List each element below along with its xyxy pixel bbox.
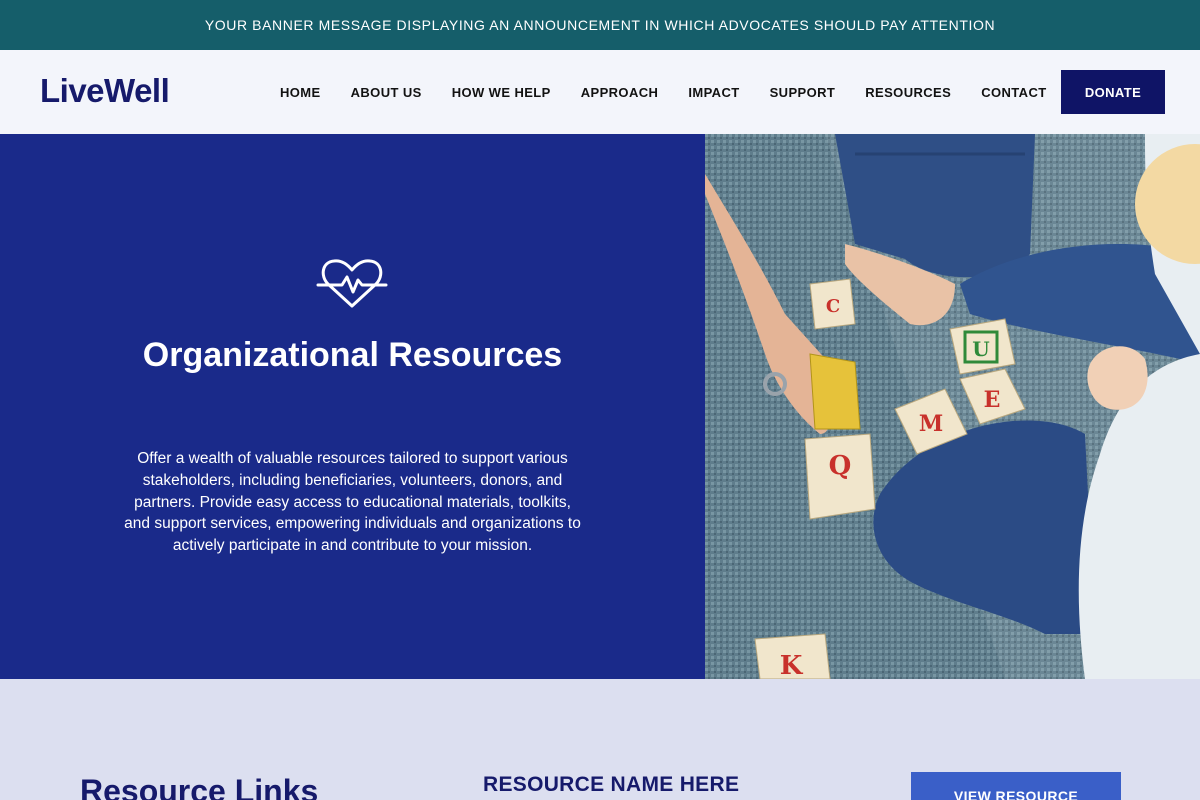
main-nav: HOME ABOUT US HOW WE HELP APPROACH IMPAC… [280, 50, 1077, 134]
nav-about-us[interactable]: ABOUT US [351, 85, 422, 100]
donate-button[interactable]: DONATE [1061, 70, 1165, 114]
toy-block-k: K [754, 633, 831, 679]
svg-text:M: M [919, 411, 943, 437]
heart-pulse-icon [316, 259, 388, 308]
nav-impact[interactable]: IMPACT [688, 85, 739, 100]
nav-approach[interactable]: APPROACH [581, 85, 659, 100]
svg-text:E: E [984, 387, 1001, 413]
site-header: LiveWell HOME ABOUT US HOW WE HELP APPRO… [0, 50, 1200, 134]
nav-resources[interactable]: RESOURCES [865, 85, 951, 100]
photo-children-playing-blocks: U E M Q C K [705, 134, 1200, 679]
nav-how-we-help[interactable]: HOW WE HELP [452, 85, 551, 100]
toy-block-yellow [809, 353, 861, 430]
hero-description: Offer a wealth of valuable resources tai… [124, 450, 581, 555]
svg-text:Q: Q [829, 451, 852, 481]
site-logo[interactable]: LiveWell [40, 72, 170, 110]
toy-block-top: C [809, 278, 856, 330]
hero-photo: U E M Q C K [705, 134, 1200, 679]
nav-home[interactable]: HOME [280, 85, 321, 100]
announcement-banner: YOUR BANNER MESSAGE DISPLAYING AN ANNOUN… [0, 0, 1200, 50]
resource-links-heading: Resource Links [80, 773, 319, 800]
resource-links-section: Resource Links RESOURCE NAME HERE VIEW R… [0, 679, 1200, 800]
nav-contact[interactable]: CONTACT [981, 85, 1046, 100]
toy-block-q: Q [804, 433, 876, 520]
hero-panel: Organizational Resources Offer a wealth … [0, 134, 705, 679]
nav-support[interactable]: SUPPORT [770, 85, 836, 100]
toy-block-u: U [949, 318, 1016, 375]
hero-title: Organizational Resources [142, 336, 563, 374]
resource-name: RESOURCE NAME HERE [483, 773, 740, 796]
svg-text:C: C [826, 296, 840, 317]
svg-text:K: K [780, 651, 804, 679]
banner-message: YOUR BANNER MESSAGE DISPLAYING AN ANNOUN… [204, 17, 996, 33]
view-resource-button[interactable]: VIEW RESOURCE [911, 772, 1121, 800]
svg-text:U: U [972, 337, 989, 361]
